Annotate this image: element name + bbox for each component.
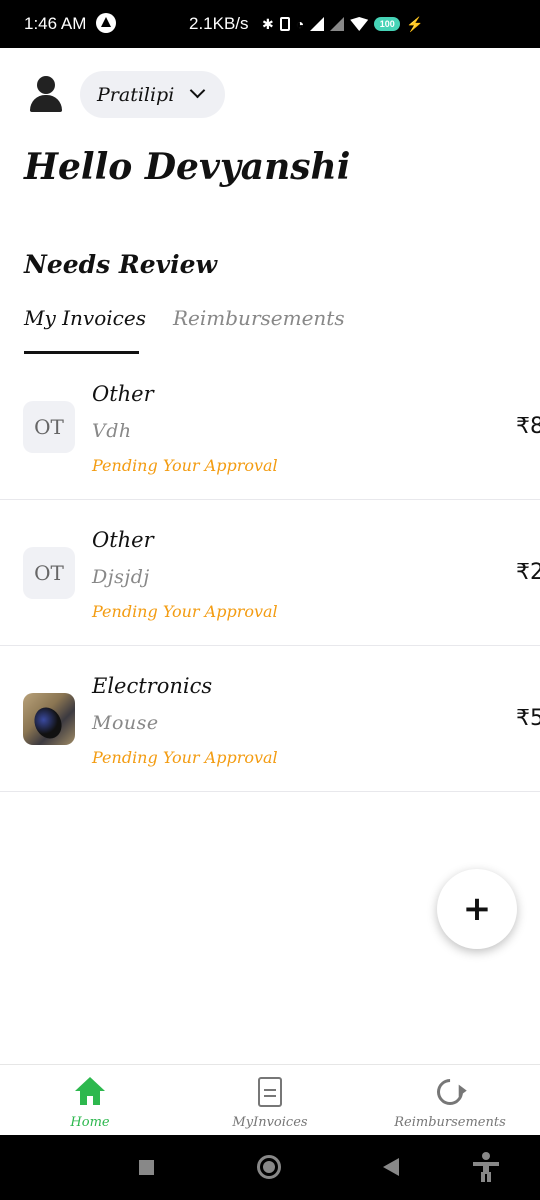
list-item[interactable]: OT Other Vdh Pending Your Approval ₹8	[0, 354, 540, 500]
item-photo-thumbnail	[23, 693, 75, 745]
status-icons: ✱ ◔ 100 ⚡	[262, 12, 424, 36]
vibrate-icon	[279, 17, 290, 31]
company-selector[interactable]: Pratilipi	[80, 71, 225, 118]
section-title: Needs Review	[24, 250, 218, 279]
add-button[interactable]: +	[437, 869, 517, 949]
signal-secondary-icon	[330, 17, 345, 31]
status-bar: 1:46 AM 2.1KB/s ✱ ◔ 100 ⚡	[0, 0, 540, 48]
recent-apps-icon[interactable]	[139, 1160, 154, 1175]
company-name: Pratilipi	[97, 83, 175, 106]
battery-icon: 100	[374, 17, 401, 31]
item-amount: ₹8	[516, 414, 540, 439]
item-amount: ₹5	[516, 706, 540, 731]
item-description: Djsjdj	[92, 566, 150, 588]
category-avatar: OT	[23, 547, 75, 599]
charging-icon: ⚡	[406, 15, 424, 32]
plus-icon: +	[462, 889, 492, 929]
home-icon	[75, 1077, 105, 1105]
category-avatar: OT	[23, 401, 75, 453]
alarm-icon: ◔	[295, 16, 305, 32]
wifi-icon	[350, 17, 369, 31]
bluetooth-icon: ✱	[262, 15, 274, 32]
document-icon	[258, 1077, 282, 1107]
profile-icon[interactable]	[30, 76, 62, 112]
chevron-down-icon	[189, 82, 206, 99]
item-category: Electronics	[92, 674, 213, 698]
nav-my-invoices-label: MyInvoices	[232, 1115, 308, 1130]
system-navigation-bar	[0, 1135, 540, 1200]
status-time: 1:46 AM	[24, 14, 87, 33]
home-system-icon[interactable]	[257, 1155, 281, 1179]
nav-reimbursements[interactable]: Reimbursements	[360, 1065, 540, 1136]
tab-my-invoices[interactable]: My Invoices	[24, 306, 146, 330]
network-speed: 2.1KB/s	[189, 14, 249, 33]
greeting-title: Hello Devyanshi	[24, 146, 351, 188]
nav-home-label: Home	[70, 1115, 110, 1130]
list-item[interactable]: Electronics Mouse Pending Your Approval …	[0, 646, 540, 792]
item-description: Vdh	[92, 420, 132, 442]
nav-my-invoices[interactable]: MyInvoices	[180, 1065, 360, 1136]
list-item[interactable]: OT Other Djsjdj Pending Your Approval ₹2	[0, 500, 540, 646]
tab-reimbursements[interactable]: Reimbursements	[173, 306, 345, 330]
item-amount: ₹2	[516, 560, 540, 585]
signal-icon	[310, 17, 325, 31]
back-icon[interactable]	[383, 1158, 399, 1176]
nav-home[interactable]: Home	[0, 1065, 180, 1136]
invoice-list: OT Other Vdh Pending Your Approval ₹8 OT…	[0, 354, 540, 792]
nav-reimbursements-label: Reimbursements	[394, 1115, 506, 1130]
item-category: Other	[92, 382, 154, 406]
refresh-icon	[431, 1073, 469, 1111]
app-notification-icon	[96, 13, 116, 33]
bottom-navigation: Home MyInvoices Reimbursements	[0, 1064, 540, 1135]
item-status: Pending Your Approval	[92, 602, 278, 621]
item-status: Pending Your Approval	[92, 748, 278, 767]
item-description: Mouse	[92, 712, 159, 734]
item-category: Other	[92, 528, 154, 552]
item-status: Pending Your Approval	[92, 456, 278, 475]
accessibility-icon[interactable]	[473, 1152, 499, 1182]
